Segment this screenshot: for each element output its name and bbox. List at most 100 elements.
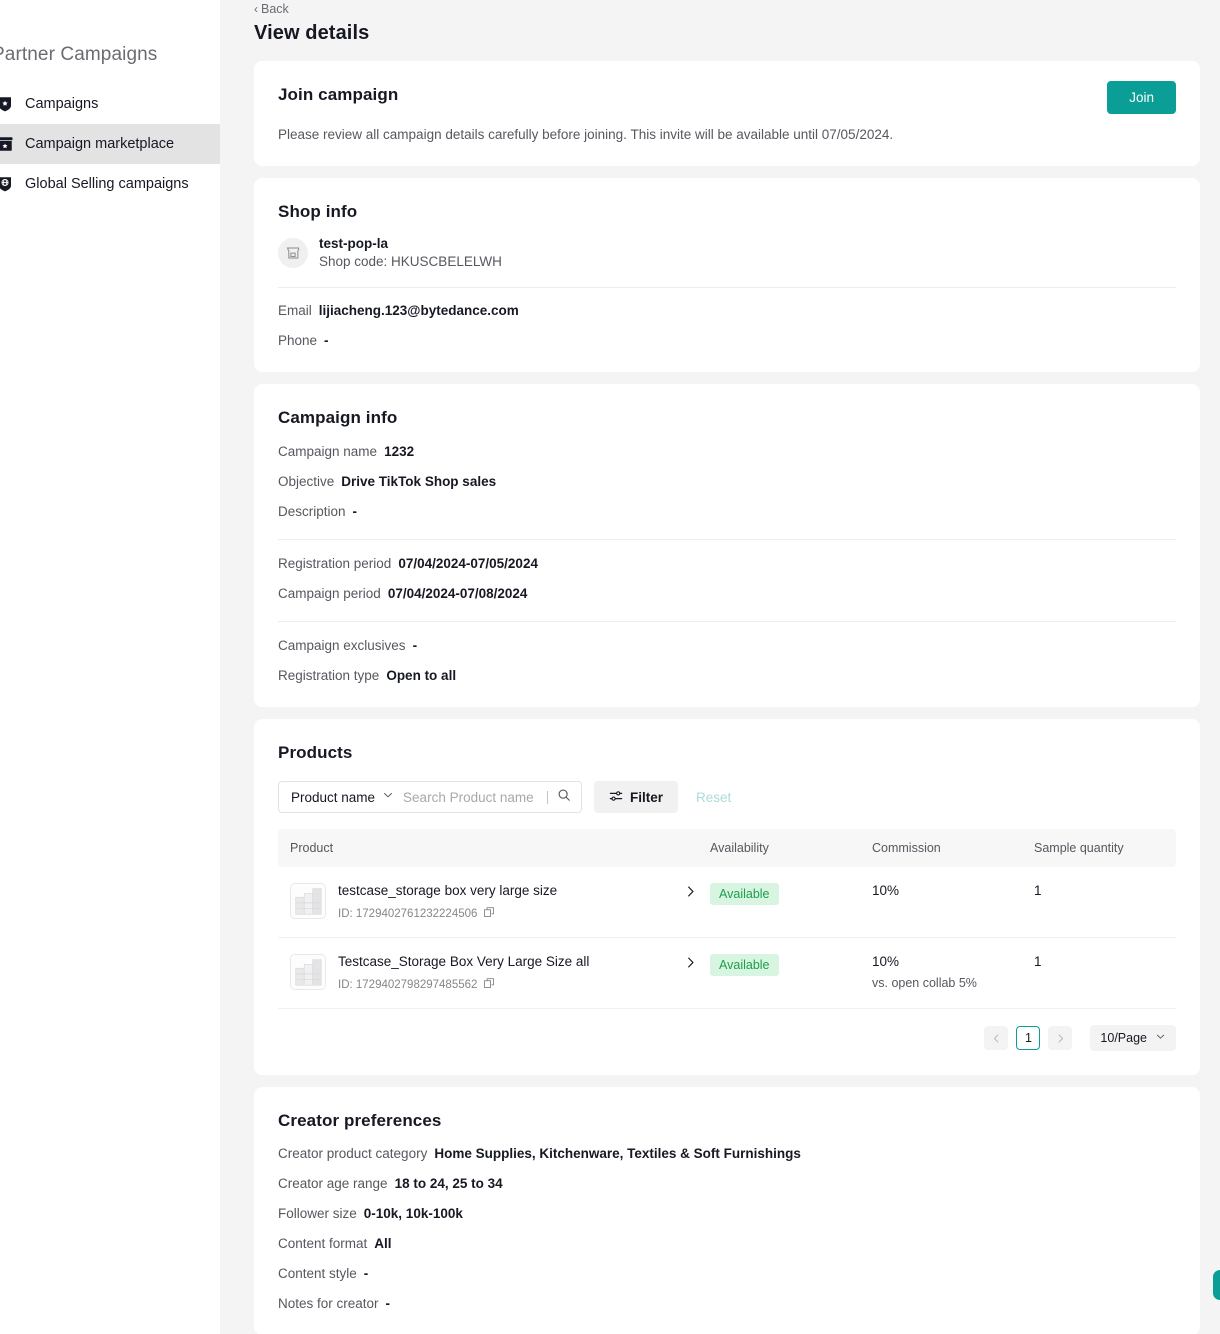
- copy-icon[interactable]: [483, 906, 495, 921]
- product-info: Testcase_Storage Box Very Large Size all…: [290, 954, 698, 992]
- sidebar: Partner Campaigns Campaigns Campaign mar…: [0, 0, 220, 1334]
- status-badge: Available: [710, 883, 779, 905]
- chevron-down-icon: [1155, 1031, 1166, 1045]
- products-table-body: testcase_storage box very large size ID:…: [278, 867, 1176, 1009]
- shop-text: test-pop-la Shop code: HKUSCBELELWH: [319, 236, 502, 269]
- sidebar-item-label: Campaign marketplace: [25, 136, 175, 152]
- product-id-row: ID: 1729402798297485562: [338, 977, 672, 992]
- notes-for-creator-value: -: [385, 1296, 391, 1311]
- creator-product-category-row: Creator product category Home Supplies, …: [278, 1146, 1176, 1161]
- campaign-info-divider-1: [278, 539, 1176, 540]
- page-root: Partner Campaigns Campaigns Campaign mar…: [0, 0, 1220, 1334]
- copy-icon[interactable]: [483, 977, 495, 992]
- follower-size-row: Follower size 0-10k, 10k-100k: [278, 1206, 1176, 1221]
- product-text: Testcase_Storage Box Very Large Size all…: [338, 954, 672, 992]
- product-text: testcase_storage box very large size ID:…: [338, 883, 672, 921]
- sidebar-item-campaigns[interactable]: Campaigns: [0, 84, 220, 124]
- shop-divider: [278, 287, 1176, 288]
- campaign-objective-row: Objective Drive TikTok Shop sales: [278, 474, 1176, 489]
- shop-icon: [278, 237, 308, 268]
- page-size-label: 10/Page: [1100, 1031, 1147, 1045]
- shop-email-label: Email: [278, 303, 312, 318]
- table-row[interactable]: Testcase_Storage Box Very Large Size all…: [278, 937, 1176, 1009]
- join-campaign-title: Join campaign: [278, 85, 399, 104]
- table-header-row: Product Availability Commission Sample q…: [278, 829, 1176, 867]
- product-name: testcase_storage box very large size: [338, 883, 558, 898]
- campaign-name-value: 1232: [384, 444, 415, 459]
- product-id: ID: 1729402798297485562: [338, 978, 478, 991]
- filter-button-label: Filter: [630, 789, 664, 805]
- reset-button[interactable]: Reset: [690, 790, 737, 805]
- status-badge: Available: [710, 954, 779, 976]
- chevron-right-icon[interactable]: [684, 883, 698, 901]
- join-button[interactable]: Join: [1107, 81, 1176, 114]
- shop-phone-label: Phone: [278, 333, 318, 348]
- sidebar-title: Partner Campaigns: [0, 44, 158, 65]
- follower-size-value: 0-10k, 10k-100k: [363, 1206, 463, 1221]
- registration-period-value: 07/04/2024-07/05/2024: [398, 556, 538, 571]
- availability-cell: Available: [698, 937, 860, 1009]
- filter-button[interactable]: Filter: [594, 781, 679, 813]
- chevron-down-icon[interactable]: [382, 788, 394, 806]
- search-field-select[interactable]: Product name: [291, 790, 375, 805]
- sample-quantity-cell: 1: [1022, 937, 1176, 1009]
- campaign-info-group-basic: Campaign name 1232 Objective Drive TikTo…: [278, 444, 1176, 519]
- shop-identity: test-pop-la Shop code: HKUSCBELELWH: [278, 236, 1176, 269]
- join-campaign-header: Join campaign Join: [278, 81, 1176, 114]
- main-content: ‹ Back View details Join campaign Join P…: [220, 0, 1220, 1334]
- column-header-commission: Commission: [860, 829, 1022, 867]
- shop-email-row: Email lijiacheng.123@bytedance.com: [278, 303, 1176, 318]
- campaign-info-card: Campaign info Campaign name 1232 Objecti…: [254, 384, 1200, 707]
- commission-value: 10%: [872, 954, 900, 969]
- registration-type-label: Registration type: [278, 668, 380, 683]
- pagination-prev-button[interactable]: [984, 1026, 1009, 1050]
- creator-age-range-row: Creator age range 18 to 24, 25 to 34: [278, 1176, 1176, 1191]
- campaign-period-row: Campaign period 07/04/2024-07/08/2024: [278, 586, 1176, 601]
- shop-email-value: lijiacheng.123@bytedance.com: [318, 303, 519, 318]
- campaign-description-value: -: [352, 504, 358, 519]
- pagination: 1 10/Page: [278, 1025, 1176, 1051]
- product-cell: Testcase_Storage Box Very Large Size all…: [278, 937, 698, 1009]
- sample-quantity-cell: 1: [1022, 867, 1176, 938]
- products-table-head: Product Availability Commission Sample q…: [278, 829, 1176, 867]
- campaign-description-row: Description -: [278, 504, 1176, 519]
- content-style-label: Content style: [278, 1266, 357, 1281]
- registration-period-label: Registration period: [278, 556, 392, 571]
- table-row[interactable]: testcase_storage box very large size ID:…: [278, 867, 1176, 938]
- creator-product-category-label: Creator product category: [278, 1146, 428, 1161]
- commission-cell: 10% vs. open collab 5%: [860, 937, 1022, 1009]
- campaign-period-value: 07/04/2024-07/08/2024: [387, 586, 528, 601]
- edge-tab-handle[interactable]: [1213, 1270, 1220, 1300]
- join-campaign-description: Please review all campaign details caref…: [278, 127, 894, 142]
- notes-for-creator-label: Notes for creator: [278, 1296, 379, 1311]
- content-format-row: Content format All: [278, 1236, 1176, 1251]
- page-title: View details: [254, 22, 370, 44]
- shop-code: Shop code: HKUSCBELELWH: [319, 254, 502, 269]
- campaign-name-label: Campaign name: [278, 444, 378, 459]
- back-label: Back: [261, 2, 289, 16]
- product-info: testcase_storage box very large size ID:…: [290, 883, 698, 921]
- sidebar-item-campaign-marketplace[interactable]: Campaign marketplace: [0, 124, 220, 164]
- campaign-info-group-dates: Registration period 07/04/2024-07/05/202…: [278, 556, 1176, 601]
- sidebar-item-global-selling-campaigns[interactable]: Global Selling campaigns: [0, 164, 220, 204]
- registration-type-row: Registration type Open to all: [278, 668, 1176, 683]
- pagination-page-1[interactable]: 1: [1016, 1026, 1041, 1050]
- page-size-select[interactable]: 10/Page: [1090, 1025, 1176, 1051]
- campaign-description-label: Description: [278, 504, 346, 519]
- content-format-value: All: [374, 1236, 392, 1251]
- pagination-next-button[interactable]: [1048, 1026, 1073, 1050]
- search-input[interactable]: [403, 789, 548, 805]
- campaign-info-divider-2: [278, 621, 1176, 622]
- chevron-right-icon[interactable]: [684, 954, 698, 972]
- campaign-exclusives-row: Campaign exclusives -: [278, 638, 1176, 653]
- campaign-name-row: Campaign name 1232: [278, 444, 1176, 459]
- back-link[interactable]: ‹ Back: [254, 0, 289, 16]
- search-icon[interactable]: [557, 788, 571, 807]
- creator-product-category-value: Home Supplies, Kitchenware, Textiles & S…: [434, 1146, 801, 1161]
- commission-cell: 10%: [860, 867, 1022, 938]
- campaign-info-title: Campaign info: [278, 408, 398, 427]
- products-filter-bar: Product name Filter Reset: [278, 781, 1176, 813]
- column-header-sample-quantity: Sample quantity: [1022, 829, 1176, 867]
- campaign-exclusives-value: -: [412, 638, 418, 653]
- commission-value: 10%: [872, 883, 900, 898]
